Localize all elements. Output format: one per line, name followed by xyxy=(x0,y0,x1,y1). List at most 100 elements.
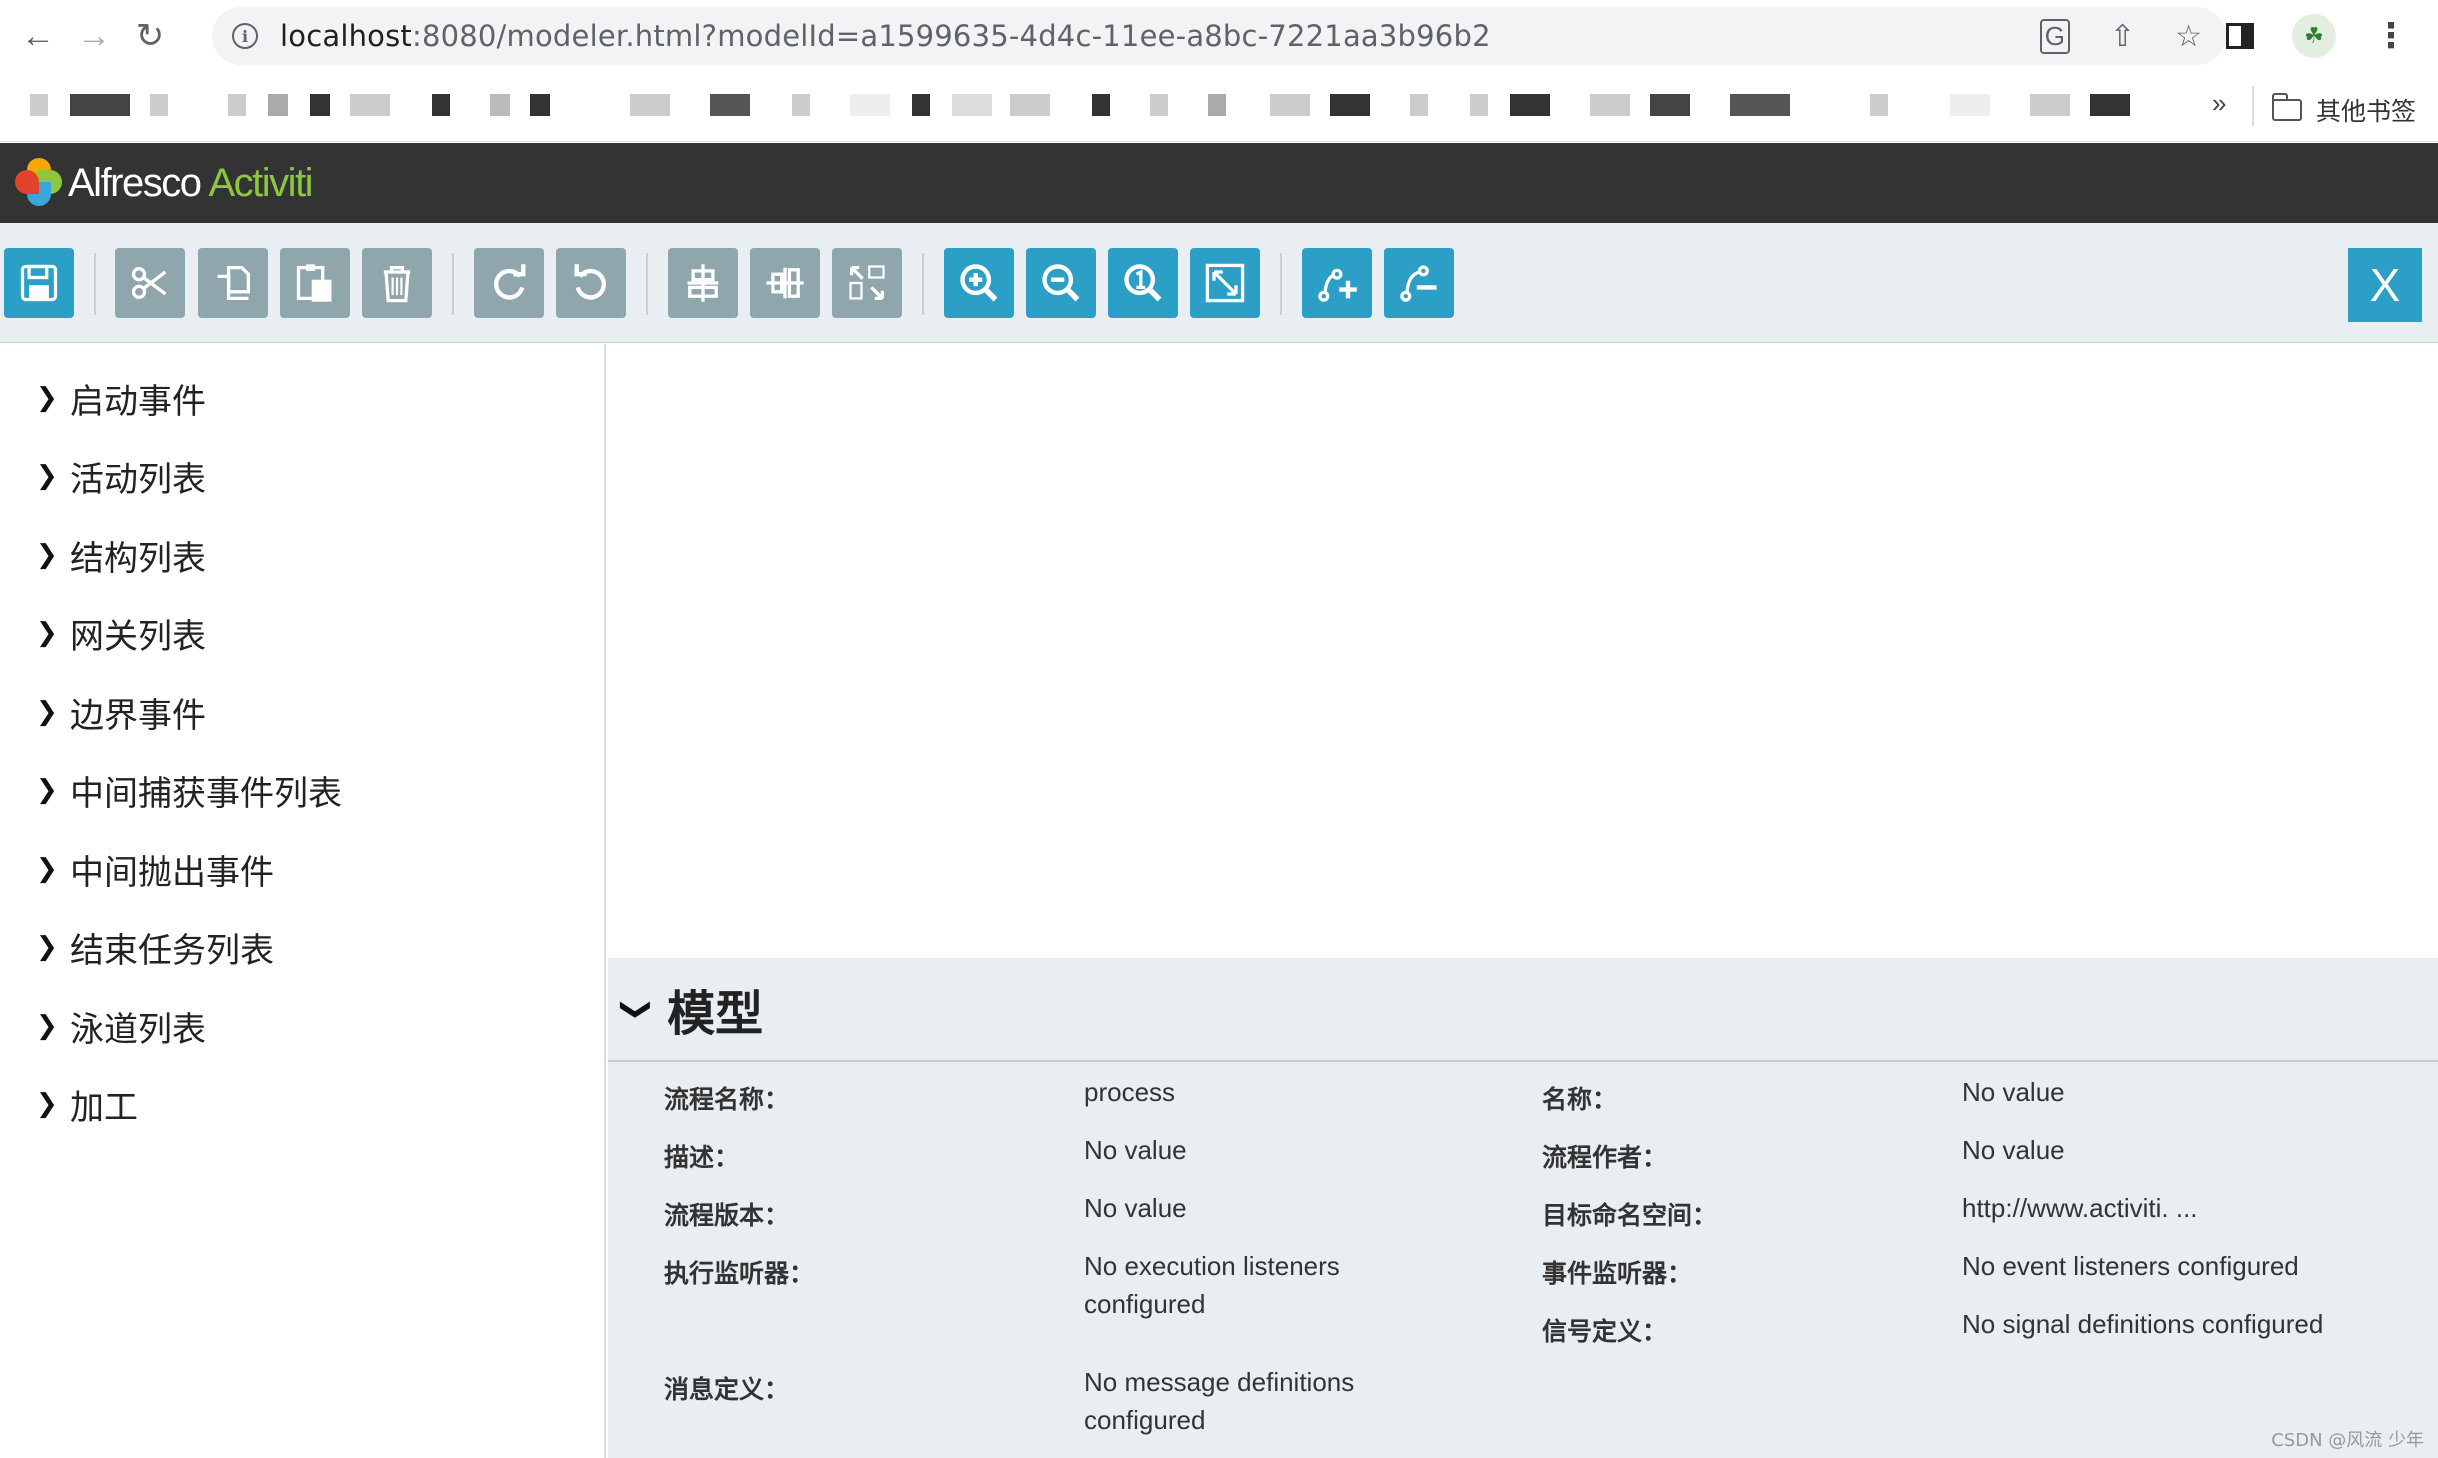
chevron-right-icon: ❯ xyxy=(36,697,58,727)
toolbar-separator xyxy=(452,253,454,315)
palette-structural[interactable]: ❯ 结构列表 xyxy=(36,525,206,585)
prop-value-process-name[interactable]: process xyxy=(1084,1073,1175,1111)
redo-icon xyxy=(493,264,526,300)
bookmark-item[interactable] xyxy=(1410,94,1428,116)
bookmark-item[interactable] xyxy=(150,94,168,116)
palette-artifacts[interactable]: ❯ 加工 xyxy=(36,1074,138,1134)
site-info-icon[interactable]: i xyxy=(232,23,258,49)
palette-end-events[interactable]: ❯ 结束任务列表 xyxy=(36,917,274,977)
prop-value-description[interactable]: No value xyxy=(1084,1131,1187,1169)
palette-gateways[interactable]: ❯ 网关列表 xyxy=(36,603,206,663)
bookmark-item[interactable] xyxy=(850,94,890,116)
prop-value-message-definitions[interactable]: No message definitions configured xyxy=(1084,1363,1404,1439)
prop-value-target-namespace[interactable]: http://www.activiti. ... xyxy=(1962,1189,2198,1227)
close-editor-button[interactable]: X xyxy=(2348,248,2422,322)
bookmark-item[interactable] xyxy=(2090,94,2130,116)
palette-item-label: 网关列表 xyxy=(70,616,206,657)
bookmark-item[interactable] xyxy=(530,94,550,116)
bookmark-item[interactable] xyxy=(792,94,810,116)
address-bar[interactable]: i localhost:8080/modeler.html?modelId=a1… xyxy=(212,7,2226,65)
back-arrow-icon[interactable]: ← xyxy=(16,14,60,58)
bookmark-item[interactable] xyxy=(952,94,992,116)
delete-button[interactable] xyxy=(362,248,432,318)
bookmark-item[interactable] xyxy=(1150,94,1168,116)
url-text[interactable]: localhost:8080/modeler.html?modelId=a159… xyxy=(280,19,1491,53)
redo-button[interactable] xyxy=(474,248,544,318)
reload-icon[interactable]: ↻ xyxy=(128,14,172,58)
palette-item-label: 泳道列表 xyxy=(70,1009,206,1050)
prop-value-process-author[interactable]: No value xyxy=(1962,1131,2065,1169)
forward-arrow-icon[interactable]: → xyxy=(72,14,116,58)
palette-item-label: 结构列表 xyxy=(70,538,206,579)
bookmark-item[interactable] xyxy=(1092,94,1110,116)
palette-item-label: 启动事件 xyxy=(70,381,206,422)
bookmark-item[interactable] xyxy=(630,94,670,116)
bookmark-item[interactable] xyxy=(30,94,48,116)
bookmark-item[interactable] xyxy=(310,94,330,116)
bookmark-item[interactable] xyxy=(1330,94,1370,116)
palette-item-label: 活动列表 xyxy=(70,459,206,500)
more-bookmarks-chevron[interactable]: » xyxy=(2212,88,2226,119)
zoom-fit-button[interactable] xyxy=(1190,248,1260,318)
prop-value-process-version[interactable]: No value xyxy=(1084,1189,1187,1227)
copy-button[interactable] xyxy=(198,248,268,318)
bookmark-star-icon[interactable]: ☆ xyxy=(2175,19,2202,54)
bookmark-item[interactable] xyxy=(1950,94,1990,116)
chevron-right-icon: ❯ xyxy=(36,383,58,413)
zoom-actual-button[interactable] xyxy=(1108,248,1178,318)
bookmark-item[interactable] xyxy=(490,94,510,116)
palette-boundary-events[interactable]: ❯ 边界事件 xyxy=(36,682,206,742)
save-button[interactable] xyxy=(4,248,74,318)
url-host: localhost xyxy=(280,19,412,53)
bookmark-item[interactable] xyxy=(1730,94,1790,116)
bookmark-item[interactable] xyxy=(1470,94,1488,116)
palette-item-label: 中间捕获事件列表 xyxy=(70,773,342,814)
bookmark-item[interactable] xyxy=(2030,94,2070,116)
cut-button[interactable] xyxy=(115,248,185,318)
prop-value-execution-listeners[interactable]: No execution listeners configured xyxy=(1084,1247,1404,1323)
bookmark-item[interactable] xyxy=(710,94,750,116)
bookmark-item[interactable] xyxy=(912,94,930,116)
palette-activities[interactable]: ❯ 活动列表 xyxy=(36,446,206,506)
app-logo-text: Alfresco Activiti xyxy=(68,161,314,206)
other-bookmarks-folder[interactable]: 其他书签 xyxy=(2272,92,2416,128)
paste-button[interactable] xyxy=(280,248,350,318)
bookmark-item[interactable] xyxy=(350,94,390,116)
chevron-right-icon: ❯ xyxy=(36,932,58,962)
zoom-out-button[interactable] xyxy=(1026,248,1096,318)
bookmark-item[interactable] xyxy=(1650,94,1690,116)
bookmark-item[interactable] xyxy=(1010,94,1050,116)
bookmark-item[interactable] xyxy=(268,94,288,116)
prop-label-process-name: 流程名称： xyxy=(664,1085,790,1114)
properties-header[interactable]: ❯ 模型 xyxy=(608,958,2438,1062)
bookmark-item[interactable] xyxy=(432,94,450,116)
watermark-text: CSDN @风流 少年 xyxy=(2271,1430,2424,1451)
translate-icon[interactable]: G xyxy=(2039,18,2070,54)
bookmark-item[interactable] xyxy=(1208,94,1226,116)
align-vertical-button[interactable] xyxy=(668,248,738,318)
diagram-canvas[interactable] xyxy=(608,344,2438,958)
bookmark-item[interactable] xyxy=(228,94,246,116)
palette-start-events[interactable]: ❯ 启动事件 xyxy=(36,368,206,428)
prop-value-name[interactable]: No value xyxy=(1962,1073,2065,1111)
palette-intermediate-throw-events[interactable]: ❯ 中间抛出事件 xyxy=(36,839,274,899)
undo-button[interactable] xyxy=(556,248,626,318)
prop-value-signal-definitions[interactable]: No signal definitions configured xyxy=(1962,1305,2323,1343)
bookmark-item[interactable] xyxy=(1510,94,1550,116)
profile-avatar[interactable]: ☘ xyxy=(2292,14,2336,58)
add-bendpoint-button[interactable] xyxy=(1302,248,1372,318)
bookmark-item[interactable] xyxy=(1870,94,1888,116)
palette-swimlanes[interactable]: ❯ 泳道列表 xyxy=(36,996,206,1056)
bookmark-item[interactable] xyxy=(1270,94,1310,116)
menu-kebab-icon[interactable]: ⋮ xyxy=(2374,16,2408,56)
share-icon[interactable]: ⇧ xyxy=(2110,19,2135,54)
bookmark-item[interactable] xyxy=(70,94,130,116)
side-panel-icon[interactable] xyxy=(2226,23,2254,49)
align-horizontal-button[interactable] xyxy=(750,248,820,318)
palette-intermediate-catch-events[interactable]: ❯ 中间捕获事件列表 xyxy=(36,760,342,820)
zoom-in-button[interactable] xyxy=(944,248,1014,318)
bookmark-item[interactable] xyxy=(1590,94,1630,116)
prop-value-event-listeners[interactable]: No event listeners configured xyxy=(1962,1247,2299,1285)
same-size-button[interactable] xyxy=(832,248,902,318)
remove-bendpoint-button[interactable] xyxy=(1384,248,1454,318)
